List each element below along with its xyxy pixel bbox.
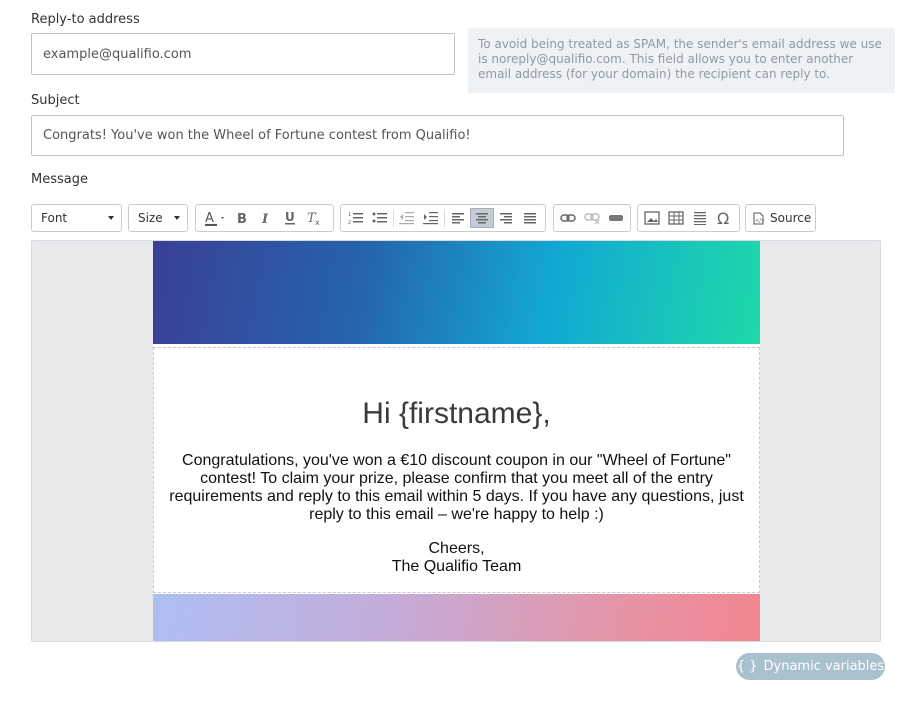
dynamic-variables-label: Dynamic variables — [763, 659, 885, 674]
source-button-label: Source — [770, 211, 812, 225]
clear-format-icon[interactable]: Tx — [302, 208, 326, 228]
text-color-icon[interactable]: A — [200, 208, 230, 228]
font-select[interactable]: Font — [31, 204, 122, 232]
horizontal-line-icon[interactable] — [688, 208, 712, 228]
svg-text:2: 2 — [348, 220, 351, 225]
email-footer-banner — [153, 594, 760, 641]
underline-icon[interactable]: U — [278, 208, 302, 228]
toolbar-separator — [444, 209, 445, 227]
align-center-icon[interactable] — [470, 208, 494, 228]
curly-braces-icon: { } — [736, 659, 758, 674]
reply-to-hint: To avoid being treated as SPAM, the send… — [468, 28, 895, 93]
email-preview: Hi {firstname}, Congratulations, you've … — [153, 241, 760, 641]
subject-label: Subject — [31, 93, 80, 108]
table-icon[interactable] — [664, 208, 688, 228]
align-left-icon[interactable] — [446, 208, 470, 228]
anchor-icon[interactable] — [604, 208, 628, 228]
toolbar-separator — [393, 209, 394, 227]
size-select[interactable]: Size — [128, 204, 188, 232]
email-signoff: Cheers, The Qualifio Team — [153, 540, 760, 576]
svg-text:I: I — [261, 212, 269, 225]
paragraph-toolbar-group: 12 — [340, 204, 546, 232]
font-select-label: Font — [41, 211, 68, 225]
bulleted-list-icon[interactable] — [368, 208, 392, 228]
reply-to-input[interactable]: example@qualifio.com — [31, 33, 455, 75]
numbered-list-icon[interactable]: 12 — [344, 208, 368, 228]
indent-icon[interactable] — [419, 208, 443, 228]
size-select-label: Size — [138, 211, 163, 225]
chevron-down-icon — [108, 216, 114, 220]
svg-text:U: U — [285, 210, 295, 224]
subject-input[interactable]: Congrats! You've won the Wheel of Fortun… — [31, 115, 844, 156]
message-editor[interactable]: Hi {firstname}, Congratulations, you've … — [31, 240, 881, 642]
source-icon: </> — [753, 212, 764, 224]
dynamic-variables-button[interactable]: { } Dynamic variables — [736, 653, 885, 680]
outdent-icon[interactable] — [395, 208, 419, 228]
email-greeting: Hi {firstname}, — [362, 397, 551, 430]
source-button[interactable]: </> Source — [745, 204, 816, 232]
special-char-icon[interactable]: Ω — [712, 208, 736, 228]
svg-text:Ω: Ω — [717, 210, 729, 226]
svg-text:A: A — [205, 211, 214, 226]
link-toolbar-group — [553, 204, 631, 232]
email-signoff-line-1: Cheers, — [428, 540, 485, 557]
email-body-text: Congratulations, you've won a €10 discou… — [169, 452, 744, 523]
svg-text:1: 1 — [348, 212, 351, 218]
chevron-down-icon — [174, 216, 180, 220]
svg-text:</>: </> — [755, 218, 764, 224]
justify-icon[interactable] — [518, 208, 542, 228]
bold-icon[interactable]: B — [230, 208, 254, 228]
format-toolbar-group: A B I U Tx — [195, 204, 334, 232]
svg-text:B: B — [237, 212, 247, 225]
message-label: Message — [31, 172, 88, 187]
link-icon[interactable] — [556, 208, 580, 228]
reply-to-label: Reply-to address — [31, 12, 140, 27]
svg-text:x: x — [315, 218, 320, 226]
align-right-icon[interactable] — [494, 208, 518, 228]
image-icon[interactable] — [640, 208, 664, 228]
unlink-icon[interactable] — [580, 208, 604, 228]
italic-icon[interactable]: I — [254, 208, 278, 228]
email-signoff-line-2: The Qualifio Team — [391, 558, 522, 575]
email-header-banner — [153, 241, 760, 344]
insert-toolbar-group: Ω — [637, 204, 740, 232]
